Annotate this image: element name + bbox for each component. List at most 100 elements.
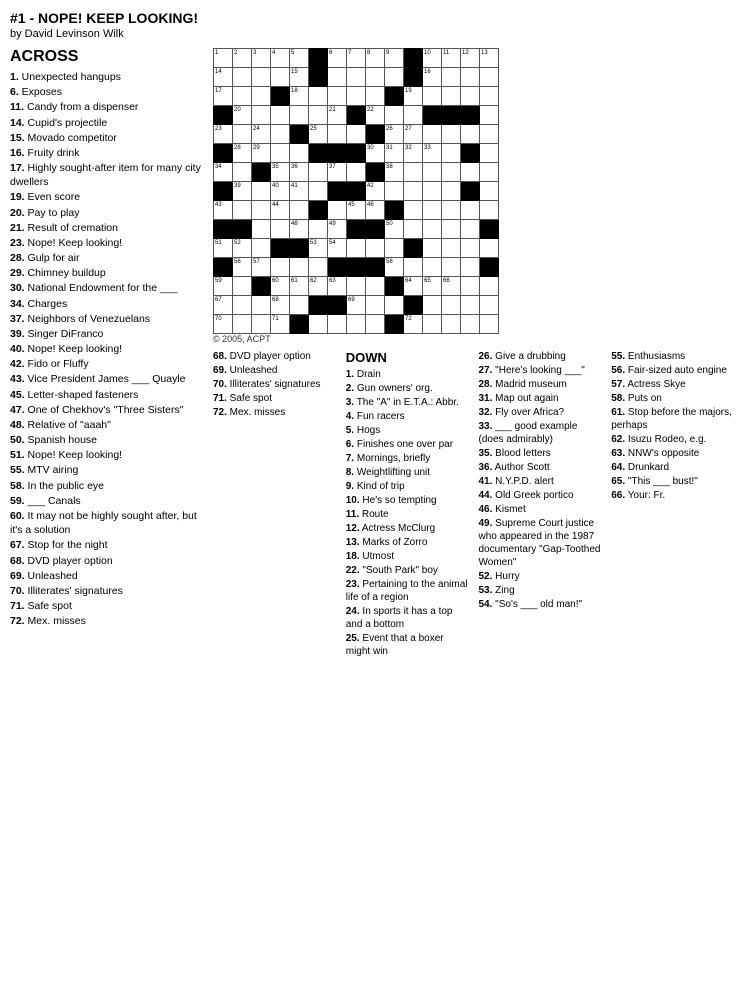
down-clue-10: 10. He's so tempting xyxy=(346,494,469,507)
across-clue-48: 48. Relative of "aaah" xyxy=(10,418,205,432)
cell-3-8: 22 xyxy=(366,106,385,125)
cell-3-5 xyxy=(309,106,328,125)
across-clue-45: 45. Letter-shaped fasteners xyxy=(10,388,205,402)
down-clue-28: 28. Madrid museum xyxy=(479,378,602,391)
down-main-col: DOWN 1. Drain2. Gun owners' org.3. The "… xyxy=(346,350,469,659)
cell-14-1 xyxy=(233,315,252,334)
cell-3-14 xyxy=(480,106,499,125)
across-clue-71: 71. Safe spot xyxy=(10,599,205,613)
cell-1-9 xyxy=(385,68,404,87)
across-clue-55: 55. MTV airing xyxy=(10,463,205,477)
down-clue-22: 22. "South Park" boy xyxy=(346,564,469,577)
across-bottom-clue-71: 71. Safe spot xyxy=(213,392,336,405)
cell-6-2 xyxy=(252,163,271,182)
down-clue-33: 33. ___ good example (does admirably) xyxy=(479,420,602,446)
cell-9-2 xyxy=(252,220,271,239)
cell-7-14 xyxy=(480,182,499,201)
cell-1-0: 14 xyxy=(214,68,233,87)
cell-2-14 xyxy=(480,87,499,106)
down-clue-52: 52. Hurry xyxy=(479,570,602,583)
cell-12-13 xyxy=(461,277,480,296)
across-clue-40: 40. Nope! Keep looking! xyxy=(10,342,205,356)
down-clue-32: 32. Fly over Africa? xyxy=(479,406,602,419)
down-clue-5: 5. Hogs xyxy=(346,424,469,437)
across-clue-14: 14. Cupid's projectile xyxy=(10,116,205,130)
cell-4-4 xyxy=(290,125,309,144)
cell-1-4: 15 xyxy=(290,68,309,87)
cell-10-6: 54 xyxy=(328,239,347,258)
cell-8-1 xyxy=(233,201,252,220)
down-clue-31: 31. Map out again xyxy=(479,392,602,405)
cell-2-3 xyxy=(271,87,290,106)
across-clue-43: 43. Vice President James ___ Quayle xyxy=(10,372,205,386)
cell-9-6: 49 xyxy=(328,220,347,239)
cell-2-12 xyxy=(442,87,461,106)
cell-9-8 xyxy=(366,220,385,239)
cell-9-9: 50 xyxy=(385,220,404,239)
cell-5-12 xyxy=(442,144,461,163)
down-clue-25: 25. Event that a boxer might win xyxy=(346,632,469,658)
cell-12-5: 62 xyxy=(309,277,328,296)
cell-7-9 xyxy=(385,182,404,201)
cell-7-0 xyxy=(214,182,233,201)
cell-9-11 xyxy=(423,220,442,239)
cell-11-4 xyxy=(290,258,309,277)
cell-12-12: 66 xyxy=(442,277,461,296)
cell-8-6 xyxy=(328,201,347,220)
cell-4-8 xyxy=(366,125,385,144)
cell-4-3 xyxy=(271,125,290,144)
cell-5-10: 32 xyxy=(404,144,423,163)
cell-8-7: 45 xyxy=(347,201,366,220)
cell-0-1: 2 xyxy=(233,49,252,68)
cell-2-4: 18 xyxy=(290,87,309,106)
across-clue-50: 50. Spanish house xyxy=(10,433,205,447)
down-clue-64: 64. Drunkard xyxy=(611,461,734,474)
cell-6-5 xyxy=(309,163,328,182)
cell-10-0: 51 xyxy=(214,239,233,258)
cell-4-10: 27 xyxy=(404,125,423,144)
down-clue-26: 26. Give a drubbing xyxy=(479,350,602,363)
cell-4-5: 25 xyxy=(309,125,328,144)
cell-9-0 xyxy=(214,220,233,239)
cell-10-4 xyxy=(290,239,309,258)
across-clue-list: 1. Unexpected hangups6. Exposes11. Candy… xyxy=(10,70,205,628)
cell-4-14 xyxy=(480,125,499,144)
cell-11-2: 57 xyxy=(252,258,271,277)
cell-1-12 xyxy=(442,68,461,87)
cell-14-6 xyxy=(328,315,347,334)
cell-8-11 xyxy=(423,201,442,220)
cell-5-5 xyxy=(309,144,328,163)
cell-13-11 xyxy=(423,296,442,315)
cell-13-1 xyxy=(233,296,252,315)
cell-7-11 xyxy=(423,182,442,201)
cell-9-4: 48 xyxy=(290,220,309,239)
cell-11-10 xyxy=(404,258,423,277)
cell-5-1: 28 xyxy=(233,144,252,163)
across-clue-20: 20. Pay to play xyxy=(10,206,205,220)
cell-6-10 xyxy=(404,163,423,182)
cell-5-9: 31 xyxy=(385,144,404,163)
cell-2-13 xyxy=(461,87,480,106)
cell-6-13 xyxy=(461,163,480,182)
crossword-grid-container: 1234567891011121314151617181920212223242… xyxy=(213,48,734,344)
across-bottom-clue-70: 70. Illiterates' signatures xyxy=(213,378,336,391)
down-clue-62: 62. Isuzu Rodeo, e.g. xyxy=(611,433,734,446)
cell-12-7 xyxy=(347,277,366,296)
cell-1-3 xyxy=(271,68,290,87)
down-clue-8: 8. Weightlifting unit xyxy=(346,466,469,479)
cell-14-11 xyxy=(423,315,442,334)
cell-2-2 xyxy=(252,87,271,106)
down-clue-13: 13. Marks of Zorro xyxy=(346,536,469,549)
cell-11-0 xyxy=(214,258,233,277)
down-clue-24: 24. In sports it has a top and a bottom xyxy=(346,605,469,631)
cell-0-14: 13 xyxy=(480,49,499,68)
down-clue-41: 41. N.Y.P.D. alert xyxy=(479,475,602,488)
cell-3-12 xyxy=(442,106,461,125)
cell-5-11: 33 xyxy=(423,144,442,163)
across-bottom-col: 68. DVD player option69. Unleashed70. Il… xyxy=(213,350,336,659)
down-clue-66: 66. Your: Fr. xyxy=(611,489,734,502)
across-clue-67: 67. Stop for the night xyxy=(10,538,205,552)
cell-5-6 xyxy=(328,144,347,163)
cell-12-9 xyxy=(385,277,404,296)
down-clue-2: 2. Gun owners' org. xyxy=(346,382,469,395)
